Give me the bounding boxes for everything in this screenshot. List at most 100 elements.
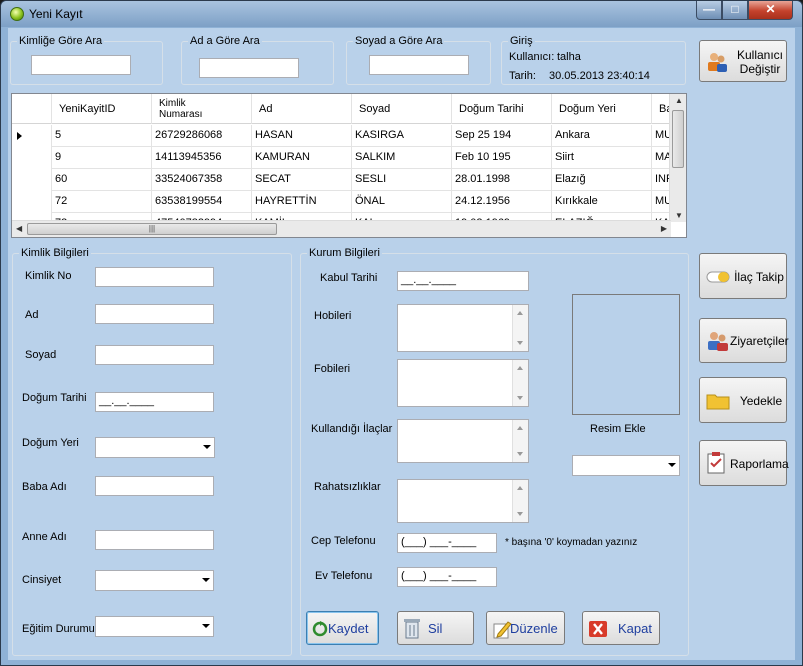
- table-row[interactable]: 72 63538199554 HAYRETTİN ÖNAL 24.12.1956…: [12, 191, 686, 213]
- scroll-down-icon[interactable]: ▼: [675, 211, 683, 220]
- col-header-soyad[interactable]: Soyad: [352, 94, 452, 124]
- ad-input[interactable]: [95, 304, 214, 324]
- resim-select[interactable]: [572, 455, 680, 476]
- kaydet-button[interactable]: Kaydet: [306, 611, 379, 645]
- title-bar[interactable]: Yeni Kayıt — □ ✕: [1, 1, 802, 27]
- cell-id[interactable]: 72: [52, 191, 152, 213]
- login-info-group: Giriş Kullanıcı: talha Tarih: 30.05.2013…: [501, 35, 686, 85]
- cell-dogum-tarihi[interactable]: 28.01.1998: [452, 169, 552, 191]
- cell-id[interactable]: 9: [52, 147, 152, 169]
- col-header-dogum-tarihi[interactable]: Doğum Tarihi: [452, 94, 552, 124]
- soyad-input[interactable]: [95, 345, 214, 365]
- cell-kimlik[interactable]: 63538199554: [152, 191, 252, 213]
- kurum-group-label: Kurum Bilgileri: [307, 247, 382, 259]
- current-row-indicator-icon: [17, 132, 22, 140]
- cell-kimlik[interactable]: 14113945356: [152, 147, 252, 169]
- change-user-button[interactable]: Kullanıcı Değiştir: [699, 40, 787, 82]
- cell-id[interactable]: 60: [52, 169, 152, 191]
- yedekle-button[interactable]: Yedekle: [699, 377, 787, 423]
- cell-ad[interactable]: SECAT: [252, 169, 352, 191]
- scroll-up-icon[interactable]: [517, 486, 523, 490]
- ziyaretciler-button[interactable]: Ziyaretçiler: [699, 318, 789, 363]
- records-grid[interactable]: YeniKayitID Kimlik Numarası Ad Soyad Doğ…: [11, 93, 687, 238]
- rahatsizliklar-textarea[interactable]: [397, 479, 529, 523]
- date-label: Tarih:: [509, 70, 536, 82]
- kabul-tarihi-input[interactable]: __.__.____: [397, 271, 529, 291]
- fobileri-scrollbar[interactable]: [512, 360, 528, 406]
- cell-kimlik[interactable]: 33524067358: [152, 169, 252, 191]
- table-row[interactable]: 5 26729286068 HASAN KASIRGA Sep 25 194 A…: [12, 125, 686, 147]
- cell-soyad[interactable]: SESLI: [352, 169, 452, 191]
- minimize-button[interactable]: —: [696, 1, 722, 20]
- cell-ad[interactable]: KAMURAN: [252, 147, 352, 169]
- search-soyad-input[interactable]: [369, 55, 469, 75]
- scroll-down-icon[interactable]: [517, 512, 523, 516]
- cell-dogum-tarihi[interactable]: 24.12.1956: [452, 191, 552, 213]
- cell-dogum-tarihi[interactable]: Sep 25 194: [452, 125, 552, 147]
- sil-button[interactable]: Sil: [397, 611, 474, 645]
- close-button[interactable]: ✕: [748, 1, 793, 20]
- col-header-kimlik[interactable]: Kimlik Numarası: [152, 94, 252, 124]
- cell-soyad[interactable]: SALKIM: [352, 147, 452, 169]
- hobileri-scrollbar[interactable]: [512, 305, 528, 351]
- scroll-up-icon[interactable]: ▲: [675, 96, 683, 105]
- cell-soyad[interactable]: ÖNAL: [352, 191, 452, 213]
- scroll-right-icon[interactable]: ▶: [661, 224, 667, 233]
- kimlik-no-input[interactable]: [95, 267, 214, 287]
- grid-horizontal-scrollbar[interactable]: ◀ ||| ▶: [12, 220, 671, 237]
- grid-hscroll-thumb[interactable]: |||: [27, 223, 277, 235]
- scroll-left-icon[interactable]: ◀: [16, 224, 22, 233]
- fobileri-textarea[interactable]: [397, 359, 529, 407]
- ilac-takip-button[interactable]: İlaç Takip: [699, 253, 787, 299]
- cell-dogum-yeri[interactable]: Elazığ: [552, 169, 652, 191]
- ilaclar-scrollbar[interactable]: [512, 420, 528, 462]
- scroll-down-icon[interactable]: [517, 396, 523, 400]
- cell-id[interactable]: 5: [52, 125, 152, 147]
- cell-dogum-yeri[interactable]: Siirt: [552, 147, 652, 169]
- dogum-yeri-select[interactable]: [95, 437, 215, 458]
- rahatsizliklar-label: Rahatsızlıklar: [314, 481, 381, 493]
- cinsiyet-select[interactable]: [95, 570, 214, 591]
- ilaclar-textarea[interactable]: [397, 419, 529, 463]
- row-header[interactable]: [12, 191, 52, 213]
- row-header[interactable]: [12, 169, 52, 191]
- col-header-dogum-yeri[interactable]: Doğum Yeri: [552, 94, 652, 124]
- baba-adi-input[interactable]: [95, 476, 214, 496]
- cell-kimlik[interactable]: 26729286068: [152, 125, 252, 147]
- search-kimlik-input[interactable]: [31, 55, 131, 75]
- hobileri-textarea[interactable]: [397, 304, 529, 352]
- change-user-label-2: Değiştir: [739, 62, 781, 76]
- cell-dogum-yeri[interactable]: Ankara: [552, 125, 652, 147]
- anne-adi-input[interactable]: [95, 530, 214, 550]
- table-row[interactable]: 9 14113945356 KAMURAN SALKIM Feb 10 195 …: [12, 147, 686, 169]
- duzenle-button[interactable]: Düzenle: [486, 611, 565, 645]
- col-header-yenikayitid[interactable]: YeniKayitID: [52, 94, 152, 124]
- egitim-durumu-select[interactable]: [95, 616, 214, 637]
- col-header-ad[interactable]: Ad: [252, 94, 352, 124]
- search-ad-input[interactable]: [199, 58, 299, 78]
- chevron-down-icon: [202, 578, 210, 582]
- ev-telefonu-input[interactable]: (___) ___-____: [397, 567, 497, 587]
- scroll-up-icon[interactable]: [517, 311, 523, 315]
- cell-ad[interactable]: HASAN: [252, 125, 352, 147]
- cep-telefonu-input[interactable]: (___) ___-____: [397, 533, 497, 553]
- cell-soyad[interactable]: KASIRGA: [352, 125, 452, 147]
- rahatsizliklar-scrollbar[interactable]: [512, 480, 528, 522]
- maximize-button[interactable]: □: [722, 1, 748, 20]
- cell-ad[interactable]: HAYRETTİN: [252, 191, 352, 213]
- row-header[interactable]: [12, 125, 52, 147]
- photo-picturebox[interactable]: [572, 294, 680, 415]
- raporlama-button[interactable]: Raporlama: [699, 440, 789, 486]
- cell-dogum-tarihi[interactable]: Feb 10 195: [452, 147, 552, 169]
- row-header[interactable]: [12, 147, 52, 169]
- kapat-button[interactable]: Kapat: [582, 611, 660, 645]
- scroll-down-icon[interactable]: [517, 341, 523, 345]
- grid-vertical-scrollbar[interactable]: ▲ ▼: [669, 94, 686, 222]
- table-row[interactable]: 60 33524067358 SECAT SESLI 28.01.1998 El…: [12, 169, 686, 191]
- grid-vscroll-thumb[interactable]: [672, 110, 684, 168]
- scroll-up-icon[interactable]: [517, 426, 523, 430]
- scroll-up-icon[interactable]: [517, 366, 523, 370]
- scroll-down-icon[interactable]: [517, 452, 523, 456]
- cell-dogum-yeri[interactable]: Kırıkkale: [552, 191, 652, 213]
- dogum-tarihi-input[interactable]: __.__.____: [95, 392, 214, 412]
